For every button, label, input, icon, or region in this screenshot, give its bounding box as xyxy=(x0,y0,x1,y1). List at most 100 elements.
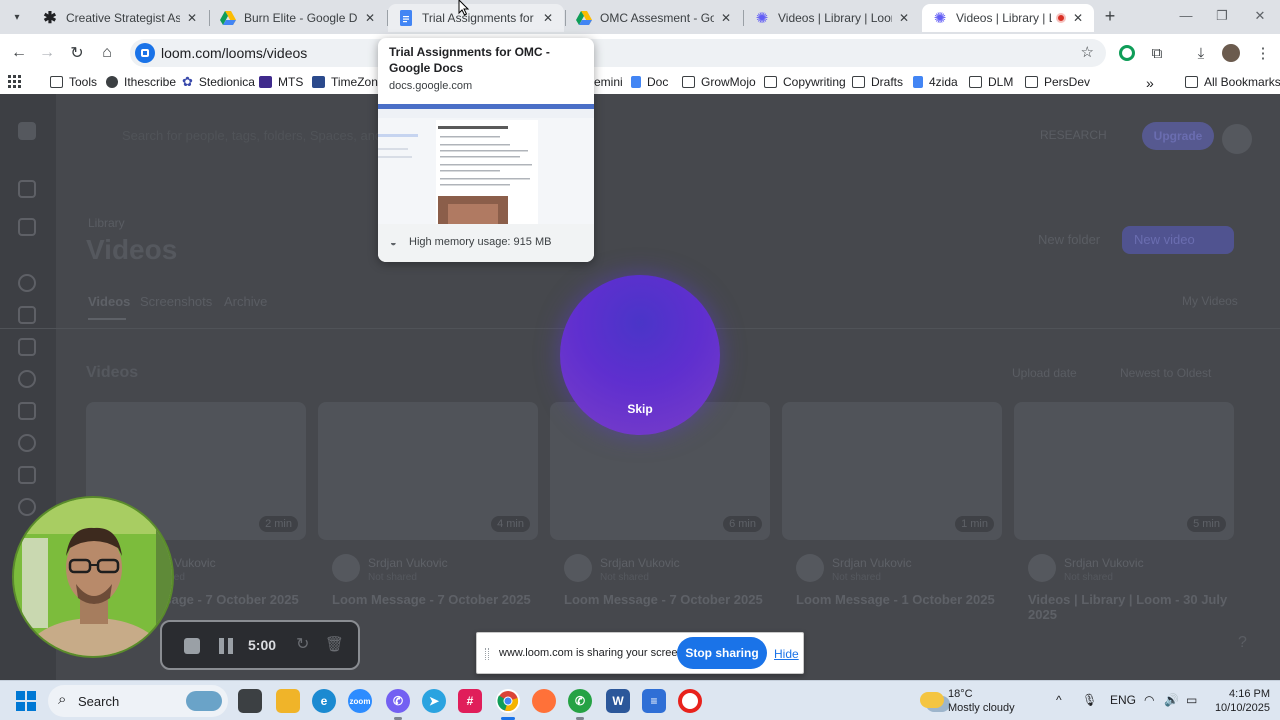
sidebar-icon[interactable] xyxy=(18,218,36,236)
bookmark-dlm[interactable]: DLM xyxy=(969,75,1013,89)
profile-avatar[interactable] xyxy=(1220,42,1242,64)
telegram-icon[interactable]: ➤ xyxy=(422,689,446,713)
file-explorer-icon[interactable] xyxy=(276,689,300,713)
tab-burn-elite[interactable]: Burn Elite - Google Drive ✕ xyxy=(210,4,386,32)
video-card[interactable]: 5 min Srdjan Vukovic Not shared Videos |… xyxy=(1014,402,1234,622)
bookmark-doc[interactable]: Doc xyxy=(631,75,668,89)
tab-creative-strategist[interactable]: ✱ Creative Strategist Assessm ✕ xyxy=(32,4,208,32)
tab-omc-assesment[interactable]: OMC Assesment - Google ✕ xyxy=(566,4,742,32)
close-icon[interactable]: ✕ xyxy=(1070,11,1086,25)
sidebar-icon[interactable] xyxy=(18,498,36,516)
video-card[interactable]: 4 min Srdjan Vukovic Not shared Loom Mes… xyxy=(318,402,538,607)
bookmark-tools[interactable]: Tools xyxy=(50,75,97,89)
all-bookmarks-button[interactable]: All Bookmarks xyxy=(1185,75,1280,89)
taskbar-search[interactable]: ⌕ Search xyxy=(48,685,228,717)
bookmark-persdev[interactable]: PersDev xyxy=(1025,75,1090,89)
opera-icon[interactable] xyxy=(678,689,702,713)
bookmark-growmojo[interactable]: GrowMojo xyxy=(682,75,756,89)
microphone-icon[interactable]: 🎙 xyxy=(1082,693,1097,707)
restart-icon[interactable]: ↻ xyxy=(296,634,309,654)
help-icon[interactable]: ? xyxy=(1238,634,1247,652)
bookmark-copywriting[interactable]: Copywriting xyxy=(764,75,846,89)
hide-sharing-bar-link[interactable]: Hide xyxy=(774,647,799,661)
battery-icon[interactable]: ▭ xyxy=(1186,693,1197,707)
tab-archive[interactable]: Archive xyxy=(224,294,267,309)
whatsapp-icon[interactable]: ✆ xyxy=(568,689,592,713)
sidebar-icon[interactable] xyxy=(18,338,36,356)
tab-videos[interactable]: Videos xyxy=(88,294,130,309)
new-folder-button[interactable]: New folder xyxy=(1038,232,1100,247)
stop-sharing-button[interactable]: Stop sharing xyxy=(677,637,767,669)
video-title[interactable]: Videos | Library | Loom - 30 July 2025 xyxy=(1028,592,1228,622)
tab-loom-videos[interactable]: ✺ Videos | Library | Loom ✕ xyxy=(744,4,920,32)
wifi-icon[interactable]: ◠ xyxy=(1144,693,1154,707)
bookmark-4zida[interactable]: 4zida xyxy=(913,75,958,89)
bookmark-mts[interactable]: MTS xyxy=(259,75,303,89)
camera-bubble[interactable] xyxy=(12,496,174,658)
trash-icon[interactable]: 🗑 xyxy=(325,635,344,653)
video-card[interactable]: 1 min Srdjan Vukovic Not shared Loom Mes… xyxy=(782,402,1002,607)
bookmark-stedionica[interactable]: ✿ Stedionica xyxy=(182,75,255,89)
chrome-icon[interactable] xyxy=(496,689,520,713)
task-view-icon[interactable] xyxy=(238,689,262,713)
notepad-icon[interactable]: ≡ xyxy=(642,689,666,713)
sidebar-icon[interactable] xyxy=(18,306,36,324)
apps-grid-icon[interactable] xyxy=(8,75,22,89)
sidebar-icon[interactable] xyxy=(18,274,36,292)
system-clock[interactable]: 4:16 PM 10/10/2025 xyxy=(1208,687,1270,715)
edge-icon[interactable]: e xyxy=(312,689,336,713)
new-tab-button[interactable]: + xyxy=(1100,6,1120,28)
bookmark-ithescribe[interactable]: Ithescribe xyxy=(106,75,176,89)
bookmark-drafts[interactable]: Drafts xyxy=(852,75,903,89)
back-button[interactable]: ← xyxy=(8,42,30,64)
windows-start-icon[interactable] xyxy=(16,691,36,711)
restore-button[interactable]: ❐ xyxy=(1212,8,1232,24)
pause-button[interactable] xyxy=(219,638,233,654)
forward-button[interactable]: → xyxy=(36,42,58,64)
breadcrumb[interactable]: Library xyxy=(88,216,125,230)
sidebar-icon[interactable] xyxy=(18,180,36,198)
extension-badge-icon[interactable] xyxy=(1116,42,1138,64)
close-icon[interactable]: ✕ xyxy=(718,11,734,25)
upgrade-button[interactable]: Upgrade xyxy=(1142,122,1214,150)
tab-search-button[interactable]: ▾ xyxy=(6,6,28,28)
slack-icon[interactable]: # xyxy=(458,689,482,713)
tab-loom-videos-active[interactable]: ✺ Videos | Library | Loom ✕ xyxy=(922,4,1094,32)
video-title[interactable]: Loom Message - 7 October 2025 xyxy=(332,592,552,607)
word-icon[interactable]: W xyxy=(606,689,630,713)
zoom-icon[interactable]: zoom xyxy=(348,689,372,713)
tab-screenshots[interactable]: Screenshots xyxy=(140,294,212,309)
drag-handle-icon[interactable] xyxy=(485,648,489,660)
volume-icon[interactable]: 🔊 xyxy=(1164,693,1179,707)
my-videos-toggle[interactable]: My Videos xyxy=(1182,294,1238,308)
home-icon[interactable]: ⌂ xyxy=(96,42,118,64)
sidebar-icon[interactable] xyxy=(18,402,36,420)
avatar[interactable] xyxy=(1222,124,1252,154)
close-icon[interactable]: ✕ xyxy=(184,11,200,25)
reload-button[interactable]: ↻ xyxy=(66,42,88,64)
url-text[interactable]: loom.com/looms/videos xyxy=(161,45,307,61)
close-icon[interactable]: ✕ xyxy=(540,11,556,25)
address-bar[interactable]: loom.com/looms/videos ☆ xyxy=(130,39,1106,67)
video-title[interactable]: Loom Message - 1 October 2025 xyxy=(796,592,1016,607)
chevron-up-icon[interactable]: ^ xyxy=(1056,693,1062,707)
site-info-icon[interactable] xyxy=(135,43,155,63)
sidebar-icon[interactable] xyxy=(18,466,36,484)
close-icon[interactable]: ✕ xyxy=(362,11,378,25)
language-indicator[interactable]: ENG xyxy=(1110,693,1136,707)
viber-icon[interactable]: ✆ xyxy=(386,689,410,713)
bookmark-star-icon[interactable]: ☆ xyxy=(1081,43,1094,61)
extensions-puzzle-icon[interactable]: ⧉ xyxy=(1146,42,1168,64)
bookmark-gemini[interactable]: emini xyxy=(594,75,623,89)
sort-order-select[interactable]: Newest to Oldest xyxy=(1120,366,1211,380)
sort-field-select[interactable]: Upload date xyxy=(1012,366,1077,380)
menu-kebab-icon[interactable]: ⋮ xyxy=(1252,42,1274,64)
sidebar-icon[interactable] xyxy=(18,370,36,388)
download-icon[interactable]: ⤓ xyxy=(1190,42,1212,64)
close-window-button[interactable]: ✕ xyxy=(1250,8,1270,24)
minimize-button[interactable]: — xyxy=(1176,8,1196,23)
video-title[interactable]: Loom Message - 7 October 2025 xyxy=(564,592,784,607)
close-icon[interactable]: ✕ xyxy=(896,11,912,25)
firefox-icon[interactable] xyxy=(532,689,556,713)
skip-countdown-button[interactable]: Skip xyxy=(560,402,720,416)
